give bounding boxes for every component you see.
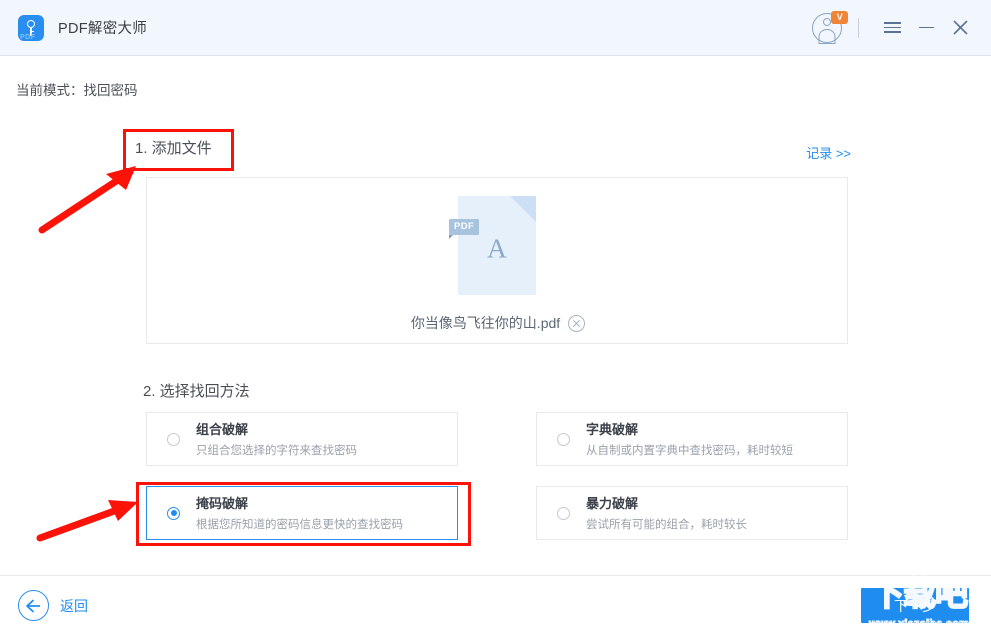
step-2-label: 2. 选择找回方法	[143, 383, 250, 400]
user-avatar-icon[interactable]: V	[812, 10, 848, 44]
back-label: 返回	[60, 597, 88, 614]
vip-badge: V	[831, 10, 848, 24]
toolbar-divider	[858, 17, 859, 38]
pdf-ribbon-label: PDF	[449, 219, 480, 238]
minimize-line	[918, 26, 934, 29]
footer-bar: 返回 下一步	[0, 575, 991, 635]
key-tooth-shape	[30, 30, 34, 33]
hamburger-line	[883, 26, 901, 29]
option-card-dictionary[interactable]: 字典破解 从自制或内置字典中查找密码，耗时较短	[536, 412, 848, 466]
logo-pdf-text: PDF	[20, 33, 36, 41]
radio-bruteforce[interactable]	[557, 506, 570, 520]
red-arrow-to-add-file	[38, 166, 136, 234]
step-1-label: 1. 添加文件	[135, 140, 212, 157]
file-name: 你当像鸟飞往你的山.pdf	[410, 315, 561, 331]
hamburger-menu-icon[interactable]	[875, 0, 909, 56]
pdf-file-icon: ᴬ PDF	[449, 196, 536, 295]
option-card-mask[interactable]: 掩码破解 根据您所知道的密码信息更快的查找密码	[146, 486, 458, 540]
red-arrow-to-mask-option	[36, 500, 138, 542]
option-card-combination[interactable]: 组合破解 只组合您选择的字符来查找密码	[146, 412, 458, 466]
file-drop-area[interactable]: ᴬ PDF 你当像鸟飞往你的山.pdf	[146, 177, 848, 344]
close-circle-icon[interactable]	[568, 314, 586, 332]
option-desc: 从自制或内置字典中查找密码，耗时较短	[586, 444, 793, 457]
close-icon[interactable]	[943, 0, 977, 56]
current-mode-text: 当前模式：找回密码	[16, 83, 138, 98]
hamburger-line	[883, 31, 901, 33]
recovery-method-options: 组合破解 只组合您选择的字符来查找密码 字典破解 从自制或内置字典中查找密码，耗…	[146, 412, 848, 540]
key-icon: PDF	[18, 14, 44, 41]
option-desc: 只组合您选择的字符来查找密码	[196, 444, 357, 457]
back-button[interactable]: 返回	[18, 590, 88, 621]
arrow-left-circle-icon	[18, 590, 49, 621]
app-title: PDF解密大师	[58, 21, 148, 37]
radio-mask[interactable]	[167, 506, 180, 520]
pdf-acrobat-glyph: ᴬ	[487, 229, 507, 280]
title-bar: PDF PDF解密大师 V	[0, 0, 991, 56]
next-step-button[interactable]: 下一步	[861, 588, 969, 623]
option-desc: 根据您所知道的密码信息更快的查找密码	[196, 518, 403, 531]
hamburger-line	[883, 22, 901, 24]
option-title: 掩码破解	[196, 495, 249, 511]
radio-combination[interactable]	[167, 432, 180, 446]
option-title: 字典破解	[586, 421, 639, 437]
option-title: 组合破解	[196, 421, 249, 437]
radio-dictionary[interactable]	[557, 432, 570, 446]
title-bar-controls: V	[812, 0, 991, 55]
records-link[interactable]: 记录 >>	[806, 143, 851, 162]
option-title: 暴力破解	[586, 495, 639, 511]
avatar-body	[818, 28, 836, 44]
app-window: PDF PDF解密大师 V 当前模式：找回密码 1. 添加文件 记录 >> ᴬ …	[0, 0, 991, 635]
option-card-bruteforce[interactable]: 暴力破解 尝试所有可能的组合，耗时较长	[536, 486, 848, 540]
minimize-icon[interactable]	[909, 0, 943, 56]
avatar-head	[823, 17, 831, 26]
option-desc: 尝试所有可能的组合，耗时较长	[586, 518, 747, 531]
selected-file-row: 你当像鸟飞往你的山.pdf	[147, 313, 849, 333]
